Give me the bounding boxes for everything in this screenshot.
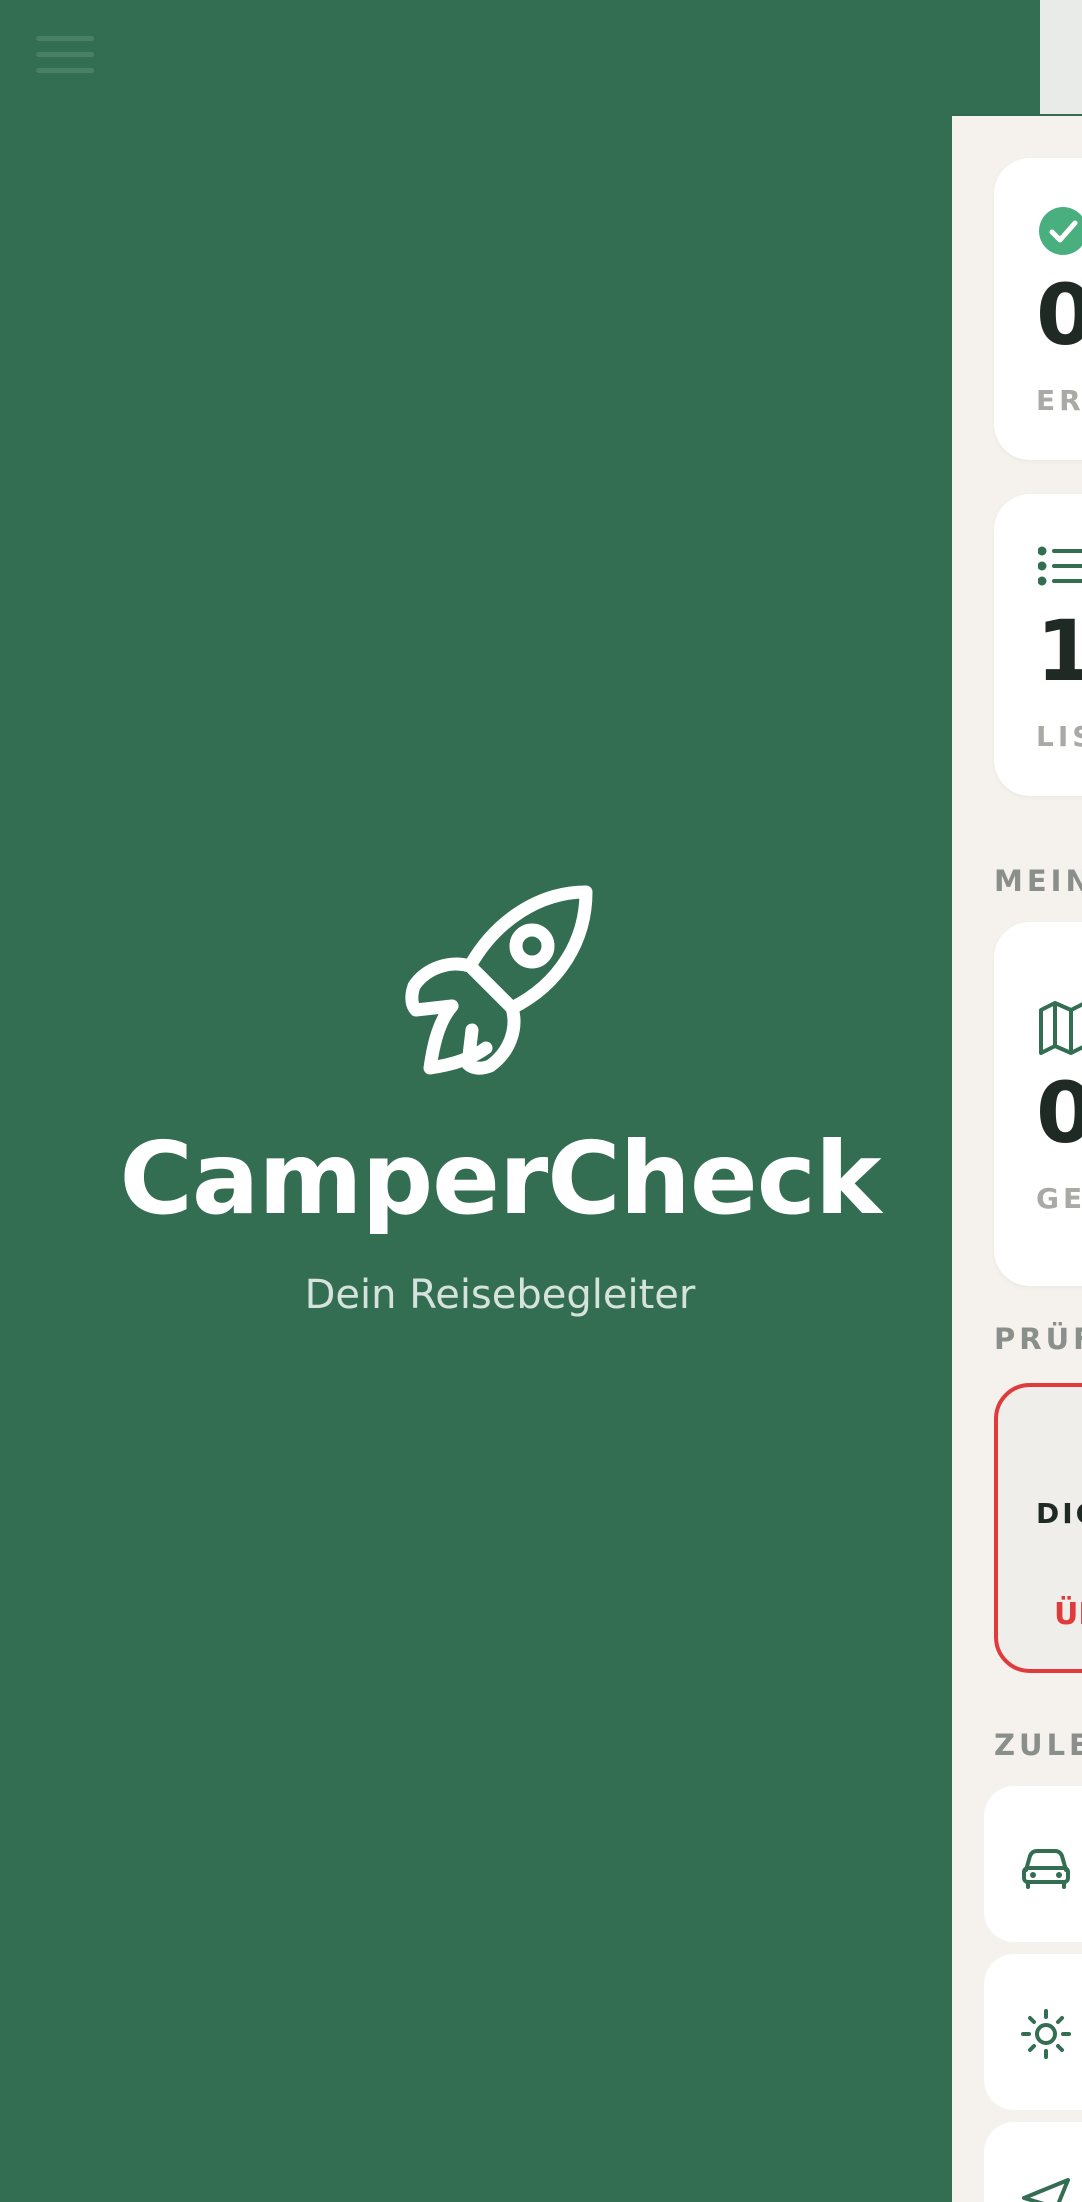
sun-icon — [1021, 2009, 1071, 2059]
recent-item-vehicle[interactable] — [984, 1786, 1082, 1942]
section-heading-trips: MEINE — [994, 864, 1082, 898]
section-heading-checks: PRÜFU — [994, 1322, 1082, 1356]
menu-icon[interactable] — [36, 36, 94, 78]
list-icon — [1038, 546, 1082, 586]
alert-link[interactable]: ÜB — [1054, 1597, 1082, 1632]
check-circle-icon — [1039, 207, 1082, 255]
splash-screen: CamperCheck Dein Reisebegleiter — [0, 114, 952, 2202]
app-title: CamperCheck — [119, 1120, 882, 1237]
dashboard-panel: 0 ERL 1 LIS MEINE 0 GE PRÜFU DIG ÜB ZULE… — [952, 116, 1082, 2202]
alert-card[interactable]: DIG ÜB — [994, 1383, 1082, 1673]
topbar-edge — [1040, 0, 1082, 114]
stat-label: LIS — [1036, 720, 1082, 753]
stat-label: ERL — [1036, 384, 1082, 417]
rocket-icon — [405, 885, 593, 1075]
section-heading-recent: ZULET — [994, 1728, 1082, 1762]
send-icon — [1022, 2178, 1070, 2202]
stat-label: GE — [1036, 1182, 1082, 1215]
recent-item-weather[interactable] — [984, 1954, 1082, 2110]
car-icon — [1022, 1849, 1070, 1889]
trip-stat-card[interactable]: 0 GE — [994, 922, 1082, 1286]
top-app-bar — [0, 0, 1040, 114]
stat-value: 0 — [1036, 1064, 1082, 1162]
alert-title: DIG — [1036, 1497, 1082, 1530]
app-subtitle: Dein Reisebegleiter — [304, 1272, 696, 1318]
stat-card-completed[interactable]: 0 ERL — [994, 158, 1082, 460]
stat-value: 1 — [1036, 602, 1082, 700]
map-icon — [1039, 1001, 1082, 1055]
stat-value: 0 — [1036, 266, 1082, 364]
recent-item-navigation[interactable] — [984, 2122, 1082, 2202]
stat-card-lists[interactable]: 1 LIS — [994, 494, 1082, 796]
